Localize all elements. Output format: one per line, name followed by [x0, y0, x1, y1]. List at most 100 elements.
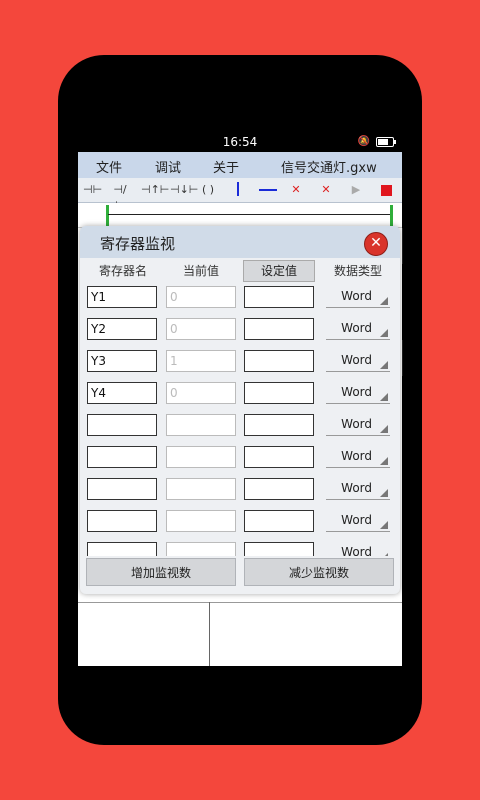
contact-nc-icon[interactable]: ⊣/⊢: [112, 182, 128, 212]
set-value-field[interactable]: [244, 286, 314, 308]
data-type-label: Word: [341, 481, 372, 495]
set-value-field[interactable]: [244, 382, 314, 404]
menu-file[interactable]: 文件: [96, 157, 122, 176]
menu-debug[interactable]: 调试: [155, 157, 181, 176]
current-value-field: [166, 510, 236, 532]
data-type-select[interactable]: Word: [326, 382, 390, 404]
set-value-field[interactable]: [244, 478, 314, 500]
dropdown-triangle-icon: [380, 425, 388, 433]
current-value-field: [166, 478, 236, 500]
register-name-field[interactable]: [87, 478, 157, 500]
register-row: Y2 0 Word: [80, 318, 400, 350]
data-type-label: Word: [341, 417, 372, 431]
data-type-select[interactable]: Word: [326, 350, 390, 372]
register-monitor-dialog: 寄存器监视 ✕ 寄存器名 当前值 设定值 数据类型 Y1 0 Word Y2 0 Word…: [80, 226, 400, 594]
status-bar: 16:54 🔕: [78, 132, 402, 152]
set-value-field[interactable]: [244, 510, 314, 532]
current-value-field: [166, 542, 236, 556]
data-type-label: Word: [341, 353, 372, 367]
menu-about[interactable]: 关于: [213, 157, 239, 176]
register-name-field[interactable]: Y4: [87, 382, 157, 404]
horizontal-line-icon[interactable]: [258, 182, 278, 198]
set-value-field[interactable]: [244, 446, 314, 468]
contact-fall-icon[interactable]: ⊣↓⊢: [170, 182, 198, 198]
register-row: Y3 1 Word: [80, 350, 400, 382]
current-value-field: [166, 414, 236, 436]
set-value-field[interactable]: [244, 350, 314, 372]
data-type-select[interactable]: Word: [326, 510, 390, 532]
close-icon[interactable]: ✕: [364, 232, 388, 256]
dialog-title-bar: 寄存器监视 ✕: [80, 226, 400, 258]
data-type-label: Word: [341, 385, 372, 399]
coil-icon[interactable]: ( ): [200, 182, 216, 198]
data-type-select[interactable]: Word: [326, 414, 390, 436]
vertical-line-icon[interactable]: [230, 182, 246, 198]
header-set-button[interactable]: 设定值: [243, 260, 315, 282]
register-name-field[interactable]: [87, 542, 157, 556]
dropdown-triangle-icon: [380, 457, 388, 465]
ladder-editor[interactable]: [78, 203, 402, 228]
stop-icon[interactable]: [378, 182, 394, 198]
data-type-select[interactable]: Word: [326, 542, 390, 556]
register-name-field[interactable]: Y3: [87, 350, 157, 372]
ladder-rung: [108, 214, 392, 215]
left-power-rail: [106, 205, 109, 227]
data-type-select[interactable]: Word: [326, 478, 390, 500]
data-type-select[interactable]: Word: [326, 446, 390, 468]
register-row: Word: [80, 414, 400, 446]
current-value-field: 0: [166, 286, 236, 308]
data-type-select[interactable]: Word: [326, 286, 390, 308]
data-type-label: Word: [341, 449, 372, 463]
set-value-field[interactable]: [244, 318, 314, 340]
menu-bar: 文件 调试 关于 信号交通灯.gxw: [78, 152, 402, 178]
contact-no-icon[interactable]: ⊣⊢: [83, 182, 102, 198]
mute-icon: 🔕: [357, 136, 370, 147]
register-name-field[interactable]: Y2: [87, 318, 157, 340]
header-name: 寄存器名: [98, 264, 147, 278]
dropdown-triangle-icon: [380, 297, 388, 305]
register-name-field[interactable]: [87, 414, 157, 436]
register-list[interactable]: Y1 0 Word Y2 0 Word Y3 1 Word Y4 0 Word Word Word Word…: [80, 284, 400, 556]
dropdown-triangle-icon: [380, 393, 388, 401]
panel-divider: [209, 602, 210, 666]
register-row: Word: [80, 446, 400, 478]
current-value-field: 0: [166, 382, 236, 404]
run-icon[interactable]: ▶: [348, 182, 364, 198]
set-value-field[interactable]: [244, 542, 314, 556]
data-type-label: Word: [341, 513, 372, 527]
set-value-field[interactable]: [244, 414, 314, 436]
current-value-field: 1: [166, 350, 236, 372]
register-name-field[interactable]: [87, 510, 157, 532]
header-type: 数据类型: [333, 264, 382, 278]
data-type-label: Word: [341, 321, 372, 335]
status-time: 16:54: [222, 135, 258, 149]
register-name-field[interactable]: Y1: [87, 286, 157, 308]
add-monitor-button[interactable]: 增加监视数: [86, 558, 236, 586]
toolbar: ⊣⊢ ⊣/⊢ ⊣↑⊢ ⊣↓⊢ ( ) ✕ ✕ ▶: [78, 178, 402, 212]
delete-vertical-icon[interactable]: ✕: [288, 182, 304, 198]
remove-monitor-button[interactable]: 减少监视数: [244, 558, 394, 586]
register-row: Word: [80, 542, 400, 556]
dropdown-triangle-icon: [380, 489, 388, 497]
battery-icon: [376, 136, 396, 147]
file-name: 信号交通灯.gxw: [281, 161, 377, 176]
right-power-rail: [390, 205, 393, 227]
dropdown-triangle-icon: [380, 521, 388, 529]
dropdown-triangle-icon: [380, 361, 388, 369]
dropdown-triangle-icon: [380, 329, 388, 337]
data-type-label: Word: [341, 545, 372, 556]
register-row: Y4 0 Word: [80, 382, 400, 414]
register-name-field[interactable]: [87, 446, 157, 468]
status-icons: 🔕: [357, 136, 396, 147]
dialog-title: 寄存器监视: [100, 235, 176, 253]
register-row: Y1 0 Word: [80, 286, 400, 318]
lower-panel: [78, 602, 402, 666]
dropdown-triangle-icon: [380, 553, 388, 556]
delete-horizontal-icon[interactable]: ✕: [318, 182, 334, 198]
data-type-label: Word: [341, 289, 372, 303]
contact-rise-icon[interactable]: ⊣↑⊢: [141, 182, 169, 198]
current-value-field: [166, 446, 236, 468]
data-type-select[interactable]: Word: [326, 318, 390, 340]
register-row: Word: [80, 478, 400, 510]
header-current: 当前值: [182, 264, 219, 278]
